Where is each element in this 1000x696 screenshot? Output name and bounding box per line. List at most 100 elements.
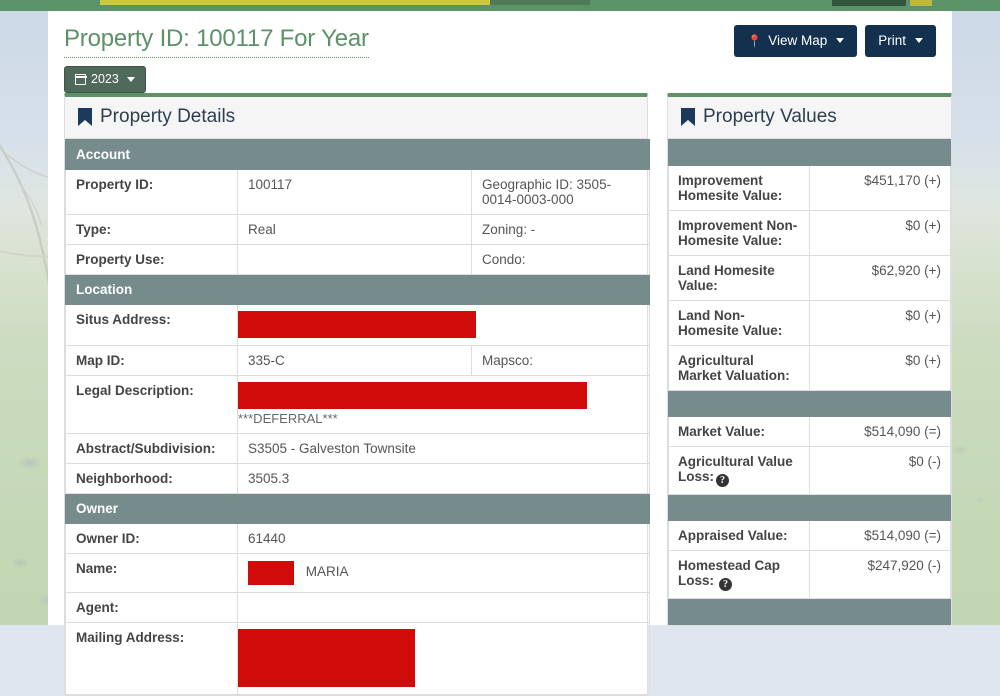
row-label: Map ID: xyxy=(65,344,238,376)
row-value: 335-C xyxy=(237,344,472,376)
value-row-amount: $451,170 (+) xyxy=(809,164,951,211)
row-value: 61440 xyxy=(237,522,650,554)
print-button[interactable]: Print xyxy=(865,25,936,57)
table-row: Market Value: $514,090 (=) xyxy=(668,415,951,447)
table-row: Improvement Homesite Value: $451,170 (+) xyxy=(668,164,951,211)
navbar-button-right[interactable] xyxy=(910,0,932,6)
header-actions: 📍 View Map Print xyxy=(734,25,936,57)
section-separator-row xyxy=(668,389,951,417)
row-label: Situs Address: xyxy=(65,303,238,346)
section-separator-row xyxy=(668,138,951,166)
calendar-icon xyxy=(74,73,87,85)
value-row-label: Land Non-Homesite Value: xyxy=(668,299,810,346)
row-value-text: MARIA xyxy=(302,564,349,580)
chevron-down-icon xyxy=(836,38,845,44)
year-selector-label: 2023 xyxy=(91,72,119,86)
row-label: Property ID: xyxy=(65,168,238,215)
table-row: Neighborhood: 3505.3 xyxy=(65,462,650,494)
row-label: Neighborhood: xyxy=(65,462,238,494)
value-row-amount: $0 (+) xyxy=(809,299,951,346)
navbar-accent-bar-secondary xyxy=(490,0,590,5)
table-row: Land Homesite Value: $62,920 (+) xyxy=(668,254,951,301)
help-icon[interactable]: ? xyxy=(716,473,730,487)
section-header-row: Location xyxy=(65,273,650,305)
row-value: S3505 - Galveston Townsite xyxy=(237,432,650,464)
bookmark-icon xyxy=(681,108,695,127)
value-row-label-text: Agricultural Market Valuation: xyxy=(678,352,790,383)
section-header-label: Account xyxy=(65,138,650,170)
page-title: Property ID: 100117 For Year xyxy=(64,25,369,58)
navbar-button-left[interactable] xyxy=(832,0,906,6)
row-value xyxy=(237,591,650,623)
row-value: Real xyxy=(237,213,472,245)
table-row: Map ID: 335-C Mapsco: xyxy=(65,344,650,376)
row-value xyxy=(237,243,472,275)
row-value: MARIA xyxy=(237,552,650,593)
year-selector-button[interactable]: 2023 xyxy=(64,66,146,93)
property-values-panel: Property Values Improvement Homesite Val… xyxy=(667,93,952,626)
row-label: Mailing Address: xyxy=(65,621,238,695)
table-row: Name: MARIA xyxy=(65,552,650,593)
value-row-amount: $0 (-) xyxy=(809,445,951,495)
table-row: Agent: xyxy=(65,591,650,623)
print-button-label: Print xyxy=(878,33,906,48)
property-details-heading-label: Property Details xyxy=(100,106,236,127)
value-row-amount: $247,920 (-) xyxy=(809,549,951,599)
value-row-label: Agricultural Market Valuation: xyxy=(668,344,810,391)
row-label: Abstract/Subdivision: xyxy=(65,432,238,464)
bookmark-icon xyxy=(78,108,92,127)
row-label: Owner ID: xyxy=(65,522,238,554)
view-map-button[interactable]: 📍 View Map xyxy=(734,25,858,57)
table-row: Type: Real Zoning: - xyxy=(65,213,650,245)
redaction-block xyxy=(238,628,415,687)
value-row-label: Land Homesite Value: xyxy=(668,254,810,301)
section-separator xyxy=(668,493,951,521)
table-row: Property ID: 100117 Geographic ID: 3505-00… xyxy=(65,168,650,215)
row-label: Name: xyxy=(65,552,238,593)
section-separator xyxy=(668,389,951,417)
value-row-label: Homestead Cap Loss:? xyxy=(668,549,810,599)
value-row-amount: $62,920 (+) xyxy=(809,254,951,301)
section-separator-row xyxy=(668,493,951,521)
value-row-label-text: Agricultural Value Loss: xyxy=(678,453,793,484)
page-container: Property ID: 100117 For Year 📍 View Map … xyxy=(48,11,952,696)
row-value-text: ***DEFERRAL*** xyxy=(238,410,338,426)
table-row: Abstract/Subdivision: S3505 - Galveston T… xyxy=(65,432,650,464)
table-row: Appraised Value: $514,090 (=) xyxy=(668,519,951,551)
chevron-down-icon xyxy=(126,76,135,82)
table-row: Legal Description: ***DEFERRAL*** xyxy=(65,374,650,434)
value-row-label: Improvement Homesite Value: xyxy=(668,164,810,211)
table-row: Improvement Non-Homesite Value: $0 (+) xyxy=(668,209,951,256)
row-value: 3505.3 xyxy=(237,462,650,494)
section-separator-row xyxy=(668,597,951,625)
row-value xyxy=(237,303,650,346)
property-values-heading-label: Property Values xyxy=(703,106,837,127)
table-row: Land Non-Homesite Value: $0 (+) xyxy=(668,299,951,346)
value-row-label-text: Market Value: xyxy=(678,423,766,439)
chevron-down-icon xyxy=(915,38,923,44)
value-row-label-text: Improvement Non-Homesite Value: xyxy=(678,217,798,248)
page-header: Property ID: 100117 For Year 📍 View Map … xyxy=(48,11,952,93)
section-separator xyxy=(668,138,951,166)
property-details-panel: Property Details Account Property ID: 1001… xyxy=(64,93,650,696)
section-header-row: Owner xyxy=(65,492,650,524)
property-details-heading: Property Details xyxy=(65,97,647,139)
value-row-label: Agricultural Value Loss:? xyxy=(668,445,810,495)
map-pin-icon: 📍 xyxy=(747,33,763,48)
value-row-label: Market Value: xyxy=(668,415,810,447)
row-label: Agent: xyxy=(65,591,238,623)
property-values-column: Property Values Improvement Homesite Val… xyxy=(667,93,952,626)
row-value xyxy=(237,621,650,695)
navbar-accent-bar xyxy=(100,0,490,5)
content-columns: Property Details Account Property ID: 1001… xyxy=(48,93,952,696)
value-row-label: Appraised Value: xyxy=(668,519,810,551)
table-row: Situs Address: xyxy=(65,303,650,346)
section-header-label: Location xyxy=(65,273,650,305)
redaction-block xyxy=(248,560,294,585)
row-secondary-value: Geographic ID: 3505-0014-0003-000 xyxy=(471,168,650,215)
row-secondary-value: Condo: xyxy=(471,243,650,275)
value-row-label: Improvement Non-Homesite Value: xyxy=(668,209,810,256)
help-icon[interactable]: ? xyxy=(719,577,733,591)
property-details-column: Property Details Account Property ID: 1001… xyxy=(64,93,650,696)
table-row: Agricultural Market Valuation: $0 (+) xyxy=(668,344,951,391)
